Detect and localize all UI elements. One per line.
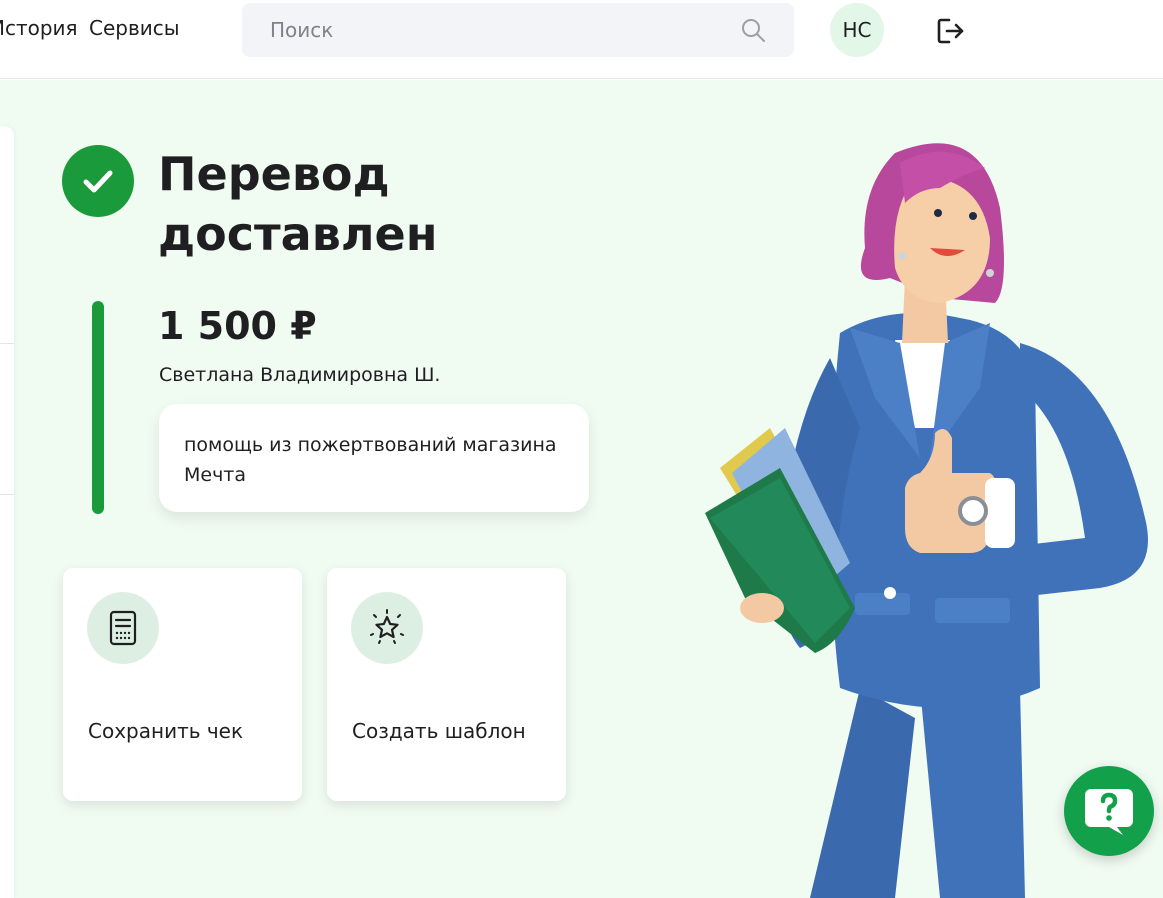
transfer-message: помощь из пожертвований магазина Мечта: [159, 404, 589, 512]
transfer-amount: 1 500 ₽: [158, 304, 317, 348]
user-avatar[interactable]: НС: [830, 3, 884, 57]
checkmark-icon: [83, 170, 113, 193]
create-template-label: Создать шаблон: [352, 719, 526, 743]
main-content: Перевод доставлен 1 500 ₽ Светлана Влади…: [0, 80, 1163, 898]
top-header: История Сервисы НС: [0, 0, 1163, 79]
accent-bar: [92, 301, 104, 514]
success-check-icon: [62, 145, 134, 217]
nav-services-link[interactable]: Сервисы: [89, 16, 180, 40]
recipient-name: Светлана Владимировна Ш.: [159, 364, 441, 386]
search-icon[interactable]: [740, 17, 766, 43]
status-title: Перевод доставлен: [158, 147, 438, 261]
receipt-icon: [109, 610, 137, 646]
search-box: [242, 3, 794, 57]
nav-history-link[interactable]: История: [0, 16, 78, 40]
save-receipt-button[interactable]: Сохранить чек: [63, 568, 302, 801]
question-chat-icon: [1085, 789, 1133, 835]
search-input[interactable]: [242, 3, 794, 57]
create-template-button[interactable]: Создать шаблон: [327, 568, 566, 801]
divider: [0, 343, 14, 344]
receipt-icon-circle: [87, 592, 159, 664]
star-icon: [370, 609, 404, 644]
help-chat-button[interactable]: [1064, 766, 1154, 856]
divider: [0, 494, 14, 495]
star-icon-circle: [351, 592, 423, 664]
save-receipt-label: Сохранить чек: [88, 719, 244, 743]
side-panel-edge: [0, 126, 14, 898]
logout-icon[interactable]: [936, 17, 966, 45]
